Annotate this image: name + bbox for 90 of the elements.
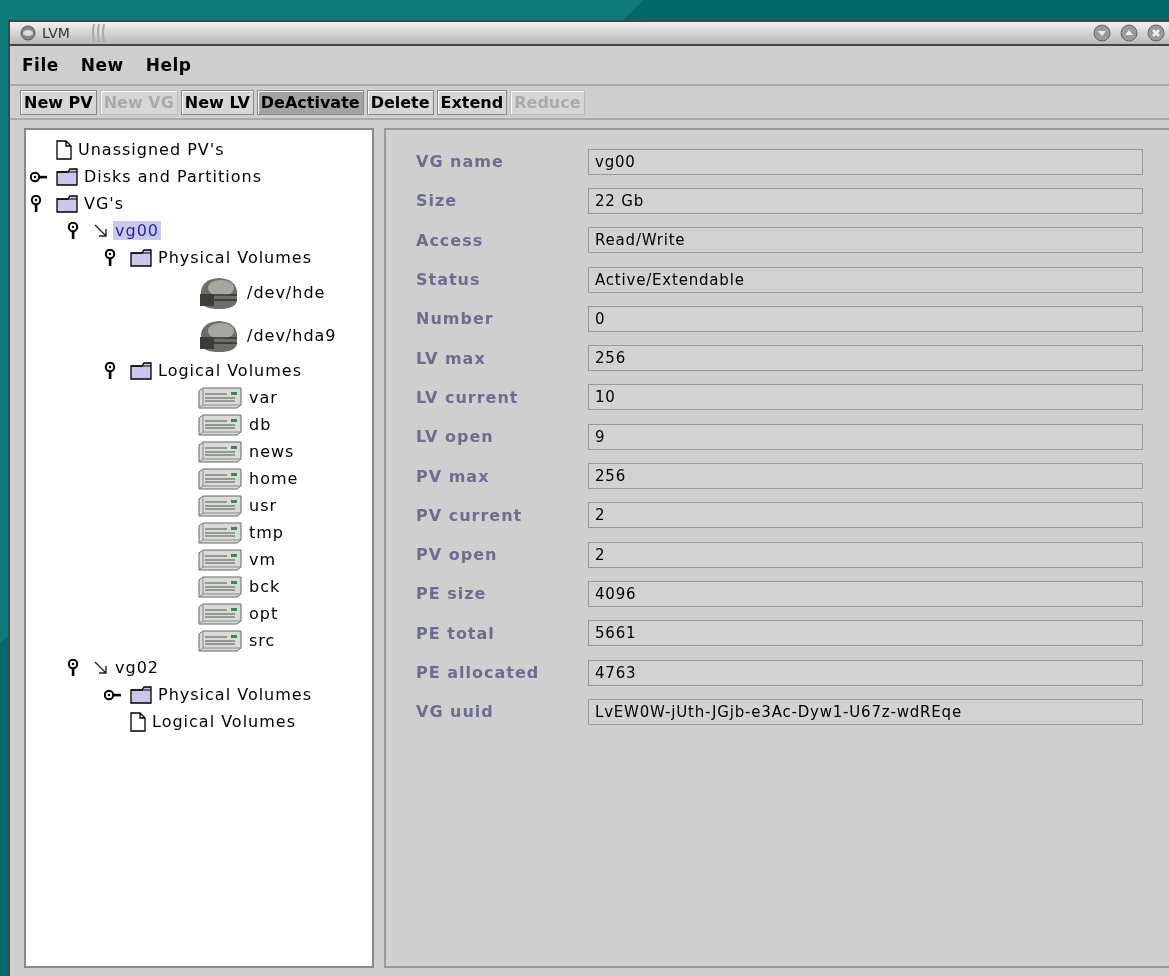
value-field: 0 bbox=[588, 305, 1143, 332]
tree-item[interactable]: Physical Volumes bbox=[156, 685, 314, 704]
menu-item[interactable]: Help bbox=[145, 55, 192, 75]
tree-item[interactable]: /dev/hde bbox=[245, 283, 328, 302]
value-field: LvEW0W-jUth-JGjb-e3Ac-Dyw1-U67z-wdREqe bbox=[588, 698, 1143, 725]
value-field: 22 Gb bbox=[588, 187, 1143, 214]
field-label: LV open bbox=[416, 427, 495, 447]
tree-item[interactable]: Unassigned PV's bbox=[76, 140, 227, 159]
field-label: PE size bbox=[416, 584, 488, 604]
tree-item[interactable]: Logical Volumes bbox=[156, 361, 304, 380]
drive-icon bbox=[197, 602, 243, 625]
value-field: Active/Extendable bbox=[588, 266, 1143, 293]
field-label: LV current bbox=[416, 387, 520, 407]
expanded-toggle-icon[interactable] bbox=[67, 658, 79, 677]
menu-item[interactable]: File bbox=[22, 55, 59, 75]
field-label: PE total bbox=[416, 623, 496, 643]
field-label: PV current bbox=[416, 505, 524, 525]
tree-item[interactable]: /dev/hda9 bbox=[245, 326, 339, 345]
toolbar-button[interactable]: Extend bbox=[436, 90, 508, 115]
folder-icon bbox=[130, 248, 152, 267]
arrow-icon bbox=[93, 222, 109, 239]
expanded-toggle-icon[interactable] bbox=[104, 248, 116, 267]
field-label: Size bbox=[416, 191, 459, 211]
folder-icon bbox=[56, 167, 78, 186]
page-icon bbox=[56, 139, 72, 160]
minimize-button[interactable] bbox=[1093, 24, 1111, 42]
field-label: LV max bbox=[416, 348, 487, 368]
value-field: Read/Write bbox=[588, 227, 1143, 254]
tree-item[interactable]: home bbox=[247, 469, 301, 488]
drive-icon bbox=[197, 548, 243, 571]
drive-icon bbox=[197, 467, 243, 490]
value-field: 2 bbox=[588, 541, 1143, 568]
toolbar-button[interactable]: New LV bbox=[180, 90, 254, 115]
tree-item[interactable]: Disks and Partitions bbox=[82, 167, 264, 186]
tree-item[interactable]: Physical Volumes bbox=[156, 248, 314, 267]
value-field: 256 bbox=[588, 345, 1143, 372]
collapsed-toggle-icon[interactable] bbox=[30, 170, 48, 183]
menu-item[interactable]: New bbox=[80, 55, 124, 75]
folder-icon bbox=[130, 361, 152, 380]
tree-item[interactable]: bck bbox=[247, 577, 283, 596]
close-button[interactable] bbox=[1147, 24, 1165, 42]
value-field: 9 bbox=[588, 423, 1143, 450]
drive-icon bbox=[197, 386, 243, 409]
drive-icon bbox=[197, 575, 243, 598]
window-title: LVM bbox=[42, 25, 71, 41]
tree-item[interactable]: news bbox=[247, 442, 297, 461]
value-field: 4763 bbox=[588, 659, 1143, 686]
value-field: 2 bbox=[588, 502, 1143, 529]
arrow-icon bbox=[93, 659, 109, 676]
drive-icon bbox=[197, 521, 243, 544]
page-icon bbox=[130, 711, 146, 732]
value-field: 10 bbox=[588, 384, 1143, 411]
value-field: 4096 bbox=[588, 580, 1143, 607]
value-field: vg00 bbox=[588, 148, 1143, 175]
tree-item[interactable]: var bbox=[247, 388, 280, 407]
tree-item[interactable]: db bbox=[247, 415, 274, 434]
tree-item[interactable]: usr bbox=[247, 496, 280, 515]
tree-item[interactable]: src bbox=[247, 631, 278, 650]
folder-icon bbox=[130, 685, 152, 704]
value-field: 5661 bbox=[588, 620, 1143, 647]
tree-item[interactable]: vg00 bbox=[113, 221, 161, 240]
toolbar-button[interactable]: Delete bbox=[366, 90, 434, 115]
window-menu-icon[interactable] bbox=[20, 25, 36, 41]
drive-icon bbox=[197, 413, 243, 436]
field-label: VG uuid bbox=[416, 702, 495, 722]
folder-icon bbox=[56, 194, 78, 213]
expanded-toggle-icon[interactable] bbox=[104, 361, 116, 380]
tree-item[interactable]: Logical Volumes bbox=[150, 712, 298, 731]
field-label: Access bbox=[416, 230, 485, 250]
field-label: Status bbox=[416, 270, 482, 290]
field-label: PV open bbox=[416, 545, 499, 565]
drive-icon bbox=[197, 629, 243, 652]
drive-icon bbox=[197, 440, 243, 463]
field-label: VG name bbox=[416, 152, 505, 172]
maximize-button[interactable] bbox=[1120, 24, 1138, 42]
tree-item[interactable]: VG's bbox=[82, 194, 127, 213]
toolbar-button[interactable]: New PV bbox=[20, 90, 97, 115]
expanded-toggle-icon[interactable] bbox=[30, 194, 42, 213]
expanded-toggle-icon[interactable] bbox=[67, 221, 79, 240]
tree-item[interactable]: tmp bbox=[247, 523, 286, 542]
field-label: PV max bbox=[416, 466, 491, 486]
collapsed-toggle-icon[interactable] bbox=[104, 688, 122, 701]
drive-icon bbox=[197, 494, 243, 517]
value-field: 256 bbox=[588, 463, 1143, 489]
toolbar-button[interactable]: DeActivate bbox=[256, 90, 364, 115]
tree-item[interactable]: opt bbox=[247, 604, 281, 623]
field-label: PE allocated bbox=[416, 663, 541, 682]
tree-item[interactable]: vm bbox=[247, 550, 279, 569]
field-label: Number bbox=[416, 309, 495, 329]
tree-item[interactable]: vg02 bbox=[113, 658, 161, 677]
